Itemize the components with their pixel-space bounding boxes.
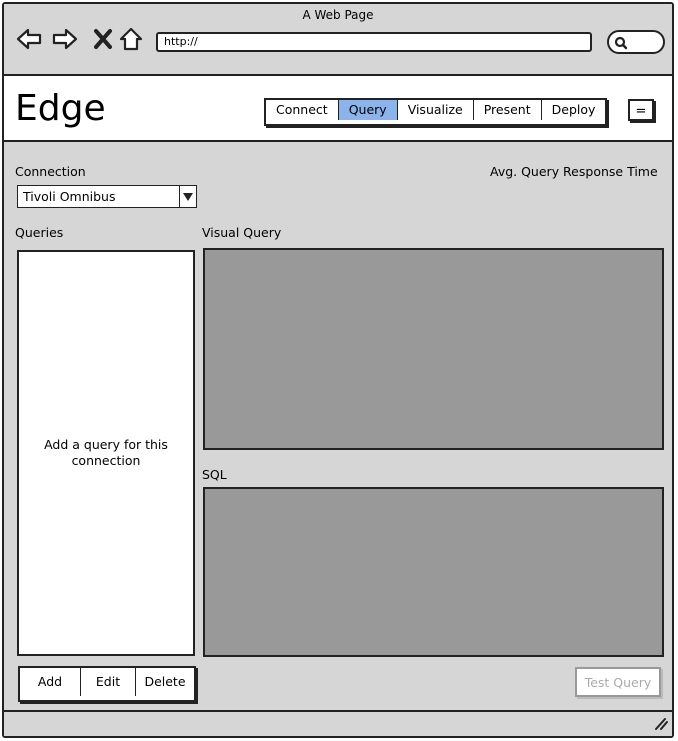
delete-query-button[interactable]: Delete bbox=[136, 668, 194, 696]
browser-statusbar bbox=[4, 710, 672, 736]
browser-window: A Web Page http:// Edge Connect Query Vi… bbox=[2, 2, 674, 738]
tab-connect[interactable]: Connect bbox=[266, 100, 339, 120]
chevron-down-icon[interactable] bbox=[179, 186, 196, 207]
query-actions: Add Edit Delete bbox=[18, 666, 196, 702]
tab-query[interactable]: Query bbox=[338, 100, 398, 120]
main-tabs: Connect Query Visualize Present Deploy bbox=[264, 98, 608, 126]
app-title: Edge bbox=[15, 88, 106, 129]
query-list-empty-message: Add a query for this connection bbox=[44, 437, 168, 468]
close-icon[interactable] bbox=[90, 26, 116, 52]
menu-button[interactable]: = bbox=[628, 99, 654, 121]
query-list[interactable]: Add a query for this connection bbox=[17, 250, 195, 656]
back-arrow-icon[interactable] bbox=[16, 26, 42, 52]
tab-deploy[interactable]: Deploy bbox=[541, 100, 606, 120]
add-query-button[interactable]: Add bbox=[20, 668, 81, 696]
tab-visualize[interactable]: Visualize bbox=[397, 100, 474, 120]
url-input[interactable]: http:// bbox=[156, 32, 592, 52]
connection-select[interactable]: Tivoli Omnibus bbox=[17, 185, 197, 208]
visual-query-panel[interactable] bbox=[203, 248, 664, 450]
avg-response-time-label: Avg. Query Response Time bbox=[490, 164, 658, 179]
tab-present[interactable]: Present bbox=[473, 100, 542, 120]
connection-selected-value: Tivoli Omnibus bbox=[23, 189, 116, 204]
queries-label: Queries bbox=[15, 225, 64, 240]
search-icon bbox=[614, 35, 628, 54]
resize-grip-icon[interactable] bbox=[652, 715, 668, 734]
browser-page-title: A Web Page bbox=[302, 8, 374, 22]
sql-label: SQL bbox=[202, 467, 227, 482]
test-query-button[interactable]: Test Query bbox=[575, 667, 661, 697]
browser-search-field[interactable] bbox=[607, 30, 665, 54]
sql-panel[interactable] bbox=[203, 487, 664, 657]
connection-label: Connection bbox=[15, 164, 86, 179]
app-header: Edge Connect Query Visualize Present Dep… bbox=[4, 74, 672, 142]
home-icon[interactable] bbox=[118, 26, 144, 52]
forward-arrow-icon[interactable] bbox=[52, 26, 78, 52]
browser-titlebar: A Web Page http:// bbox=[4, 4, 672, 74]
visual-query-label: Visual Query bbox=[202, 225, 282, 240]
edit-query-button[interactable]: Edit bbox=[81, 668, 136, 696]
